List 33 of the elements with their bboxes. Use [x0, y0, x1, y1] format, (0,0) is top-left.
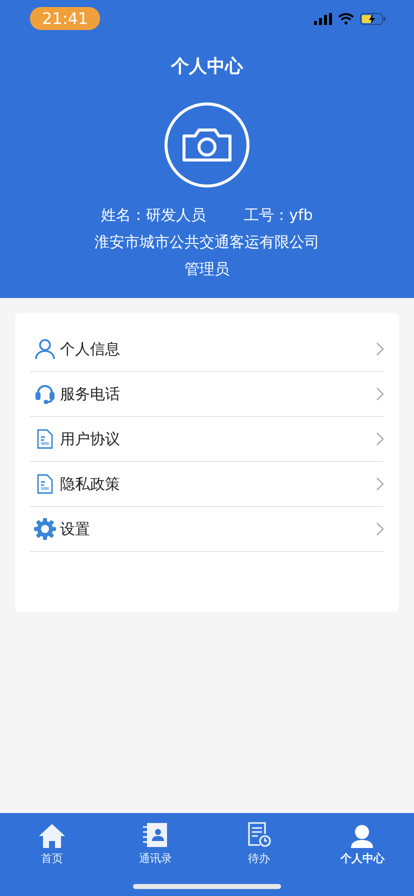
tab-item[interactable]: 个人中心	[310, 813, 414, 866]
document-icon	[37, 429, 53, 449]
clock: 21:41	[30, 6, 100, 30]
tab-item[interactable]: 首页	[0, 813, 104, 866]
company-name: 淮安市城市公共交通客运有限公司	[94, 233, 320, 252]
menu-item[interactable]: 用户协议	[30, 417, 384, 462]
todo-icon	[246, 822, 271, 848]
settings-icon	[34, 518, 56, 540]
signal-icon	[314, 13, 332, 25]
camera-avatar-icon[interactable]	[164, 102, 250, 188]
document-icon	[37, 474, 53, 494]
role-label: 管理员	[184, 260, 230, 279]
tab-item[interactable]: 待办	[207, 813, 310, 866]
chevron-right-icon	[376, 387, 384, 401]
page-title: 个人中心	[171, 55, 243, 78]
employee-id-label: 工号：yfb	[244, 206, 313, 225]
chevron-right-icon	[376, 522, 384, 536]
menu-item[interactable]: 设置	[30, 507, 384, 552]
chevron-right-icon	[376, 477, 384, 491]
contacts-icon	[142, 822, 168, 848]
battery-icon	[360, 13, 386, 25]
wifi-icon	[338, 13, 354, 25]
tab-item[interactable]: 通讯录	[104, 813, 207, 866]
chevron-right-icon	[376, 432, 384, 446]
profile-icon	[350, 824, 374, 848]
menu-item[interactable]: 服务电话	[30, 372, 384, 417]
menu-item[interactable]: 隐私政策	[30, 462, 384, 507]
name-label: 姓名：研发人员	[101, 206, 206, 225]
chevron-right-icon	[376, 342, 384, 356]
home-icon	[38, 824, 65, 848]
headset-icon	[35, 384, 55, 404]
menu-item[interactable]: 个人信息	[30, 327, 384, 372]
person-icon	[34, 338, 56, 360]
